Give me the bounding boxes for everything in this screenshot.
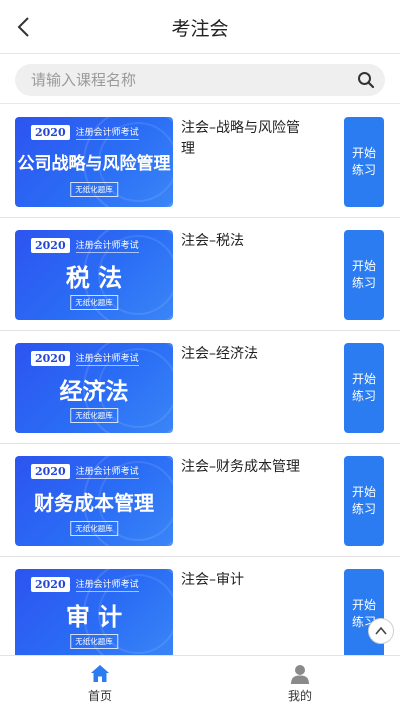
course-name: 注会–审计 — [181, 572, 244, 588]
thumb-year: 2020 — [31, 238, 70, 253]
search-icon[interactable] — [357, 71, 375, 89]
thumb-year: 2020 — [31, 125, 70, 140]
start-practice-button[interactable]: 开始练习 — [344, 343, 384, 433]
course-item: 2020 注册会计师考试 经济法 无纸化题库 注会–经济法 开始练习 — [0, 331, 400, 444]
course-thumbnail[interactable]: 2020 注册会计师考试 公司战略与风险管理 无纸化题库 — [15, 117, 173, 207]
thumb-exam: 注册会计师考试 — [75, 125, 139, 140]
scroll-to-top-button[interactable] — [368, 618, 394, 644]
start-practice-button[interactable]: 开始练习 — [344, 230, 384, 320]
course-thumbnail[interactable]: 2020 注册会计师考试 税 法 无纸化题库 — [15, 230, 173, 320]
thumb-title: 经济法 — [59, 378, 129, 405]
course-item: 2020 注册会计师考试 公司战略与风险管理 无纸化题库 注会–战略与风险管理 … — [0, 105, 400, 218]
course-item: 2020 注册会计师考试 税 法 无纸化题库 注会–税法 开始练习 — [0, 218, 400, 331]
thumb-title: 税 法 — [65, 263, 123, 292]
page-title: 考注会 — [171, 18, 229, 40]
thumb-exam: 注册会计师考试 — [75, 238, 139, 253]
thumb-tag: 无纸化题库 — [70, 634, 118, 649]
app-header: 考注会 — [0, 0, 400, 54]
course-thumbnail[interactable]: 2020 注册会计师考试 经济法 无纸化题库 — [15, 343, 173, 433]
thumb-exam: 注册会计师考试 — [75, 351, 139, 366]
home-icon — [91, 665, 109, 682]
thumb-tag: 无纸化题库 — [70, 182, 118, 197]
thumb-title: 公司战略与风险管理 — [17, 154, 171, 174]
thumb-exam: 注册会计师考试 — [75, 464, 139, 479]
course-item: 2020 注册会计师考试 财务成本管理 无纸化题库 注会–财务成本管理 开始练习 — [0, 444, 400, 557]
thumb-exam: 注册会计师考试 — [75, 577, 139, 592]
start-practice-button[interactable]: 开始练习 — [344, 117, 384, 207]
course-thumbnail[interactable]: 2020 注册会计师考试 审 计 无纸化题库 — [15, 569, 173, 655]
thumb-tag: 无纸化题库 — [70, 521, 118, 536]
course-name: 注会–税法 — [181, 233, 244, 249]
thumb-tag: 无纸化题库 — [70, 408, 118, 423]
thumb-year: 2020 — [31, 464, 70, 479]
tab-label: 首页 — [87, 689, 112, 703]
thumb-year: 2020 — [31, 577, 70, 592]
thumb-tag: 无纸化题库 — [70, 295, 118, 310]
thumb-title: 审 计 — [65, 602, 123, 631]
course-item: 2020 注册会计师考试 审 计 无纸化题库 注会–审计 开始练习 — [0, 557, 400, 655]
start-practice-button[interactable]: 开始练习 — [344, 456, 384, 546]
thumb-title: 财务成本管理 — [34, 491, 154, 515]
bottom-tab-bar: 首页 我的 — [0, 655, 400, 710]
course-name: 注会–财务成本管理 — [181, 459, 300, 475]
search-box — [15, 64, 385, 96]
tab-mine[interactable]: 我的 — [200, 656, 400, 710]
tab-label: 我的 — [287, 689, 312, 703]
course-name: 注会–经济法 — [181, 346, 258, 362]
course-list: 2020 注册会计师考试 公司战略与风险管理 无纸化题库 注会–战略与风险管理 … — [0, 105, 400, 655]
search-bar — [0, 54, 400, 104]
course-name: 注会–战略与风险管理 — [181, 120, 300, 157]
course-thumbnail[interactable]: 2020 注册会计师考试 财务成本管理 无纸化题库 — [15, 456, 173, 546]
chevron-up-icon — [375, 626, 387, 635]
user-icon — [291, 665, 309, 684]
tab-home[interactable]: 首页 — [0, 656, 200, 710]
search-input[interactable] — [31, 64, 351, 96]
thumb-year: 2020 — [31, 351, 70, 366]
